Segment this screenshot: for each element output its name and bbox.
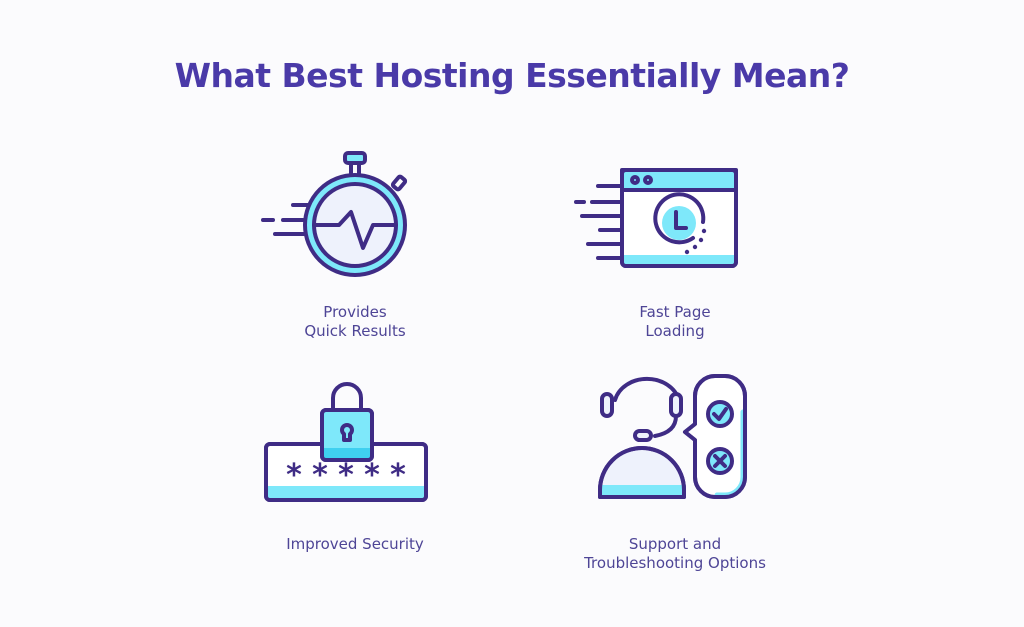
- clock-face: [662, 206, 696, 240]
- headset-earpiece: [669, 392, 683, 418]
- headset-earpiece: [600, 392, 614, 418]
- stopwatch-icon: [261, 151, 408, 277]
- page-title: What Best Hosting Essentially Mean?: [174, 56, 850, 95]
- feature-label-support-troubleshooting: Support and Troubleshooting Options: [584, 535, 766, 572]
- password-asterisk: *: [286, 458, 302, 493]
- browser-clock-icon: [574, 168, 738, 268]
- password-asterisk: *: [312, 458, 328, 493]
- stopwatch-crown: [343, 151, 367, 165]
- padlock-shackle: [331, 382, 363, 412]
- feature-label-quick-results: Provides Quick Results: [304, 303, 406, 340]
- password-asterisk: *: [338, 458, 354, 493]
- padlock-password-icon: * * * * *: [264, 382, 428, 502]
- headset-mic: [633, 429, 653, 442]
- feature-label-improved-security: Improved Security: [286, 535, 424, 553]
- headset-support-icon: [598, 374, 747, 499]
- check-icon: [706, 400, 734, 428]
- password-asterisk: *: [364, 458, 380, 493]
- password-asterisk: *: [390, 458, 406, 493]
- feature-label-fast-page-loading: Fast Page Loading: [639, 303, 711, 340]
